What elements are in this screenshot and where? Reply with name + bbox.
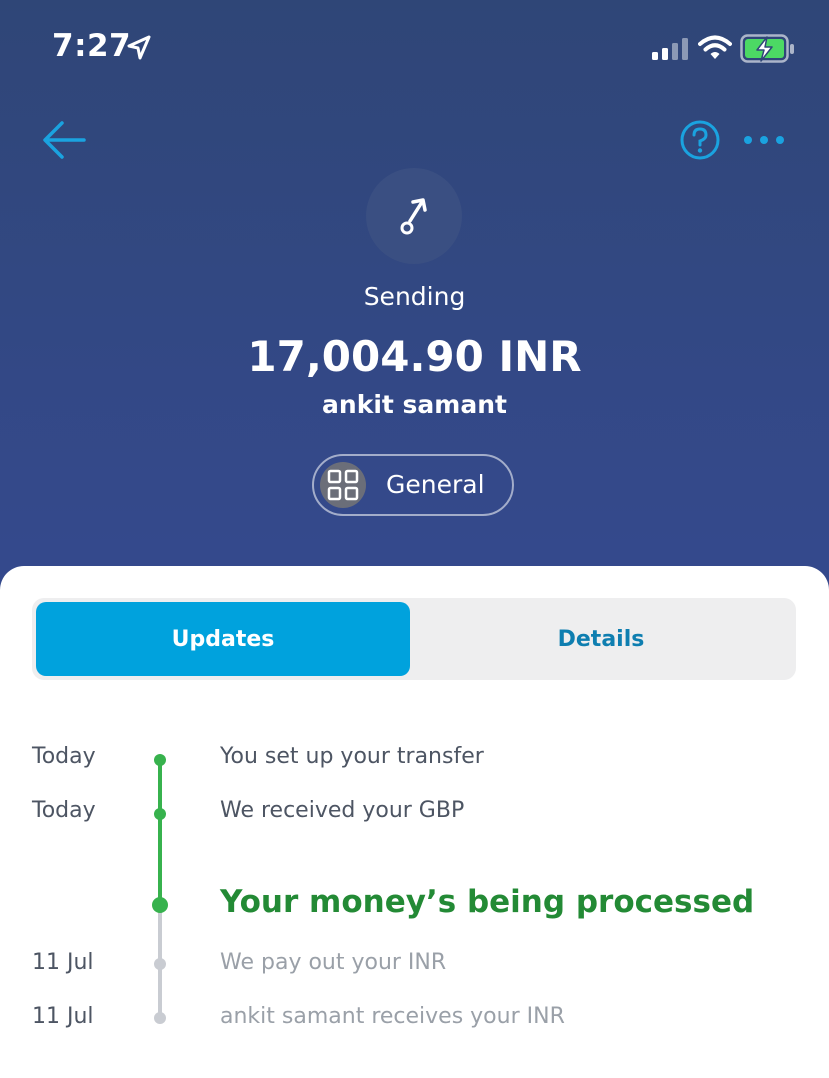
timeline-dot-pending xyxy=(154,1012,166,1024)
arrow-left-icon[interactable] xyxy=(40,118,88,162)
timeline-date: Today xyxy=(32,798,96,823)
category-button[interactable]: General xyxy=(312,454,514,516)
status-bar: 7:27 xyxy=(0,0,829,100)
wifi-icon xyxy=(698,35,732,59)
timeline-date: 11 Jul xyxy=(32,950,94,975)
timeline-current-step: Your money’s being processed xyxy=(220,884,755,920)
grid-icon xyxy=(327,469,359,501)
transfer-avatar xyxy=(366,168,462,264)
timeline-dot-done xyxy=(154,754,166,766)
location-arrow-icon xyxy=(127,35,151,60)
timeline-step: We pay out your INR xyxy=(220,950,447,975)
timeline-step: We received your GBP xyxy=(220,798,465,823)
timeline-dot-current xyxy=(152,897,168,913)
timeline-date: Today xyxy=(32,744,96,769)
cellular-signal-icon xyxy=(652,38,688,60)
timeline-progress-line xyxy=(158,758,162,905)
send-arrow-icon xyxy=(400,198,427,235)
more-horizontal-icon[interactable] xyxy=(742,130,788,150)
category-label: General xyxy=(386,470,485,499)
transfer-screen: 7:27 Sending 17,004.90 INR ankit samant … xyxy=(0,0,829,1078)
timeline-dot-done xyxy=(154,808,166,820)
tab-details[interactable]: Details xyxy=(410,602,792,676)
status-time: 7:27 xyxy=(52,28,132,64)
timeline-step: ankit samant receives your INR xyxy=(220,1004,565,1029)
timeline-date: 11 Jul xyxy=(32,1004,94,1029)
battery-charging-icon xyxy=(740,34,794,63)
transfer-sheet: Updates Details Today You set up your tr… xyxy=(0,566,829,1078)
tab-updates[interactable]: Updates xyxy=(36,602,410,676)
category-icon-badge xyxy=(320,462,366,508)
question-circle-icon[interactable] xyxy=(678,118,722,162)
transfer-status-label: Sending xyxy=(363,282,466,311)
segmented-tabs: Updates Details xyxy=(32,598,796,680)
timeline-dot-pending xyxy=(154,958,166,970)
timeline-step: You set up your transfer xyxy=(220,744,484,769)
recipient-name: ankit samant xyxy=(322,390,507,419)
transfer-amount: 17,004.90 INR xyxy=(247,332,582,381)
